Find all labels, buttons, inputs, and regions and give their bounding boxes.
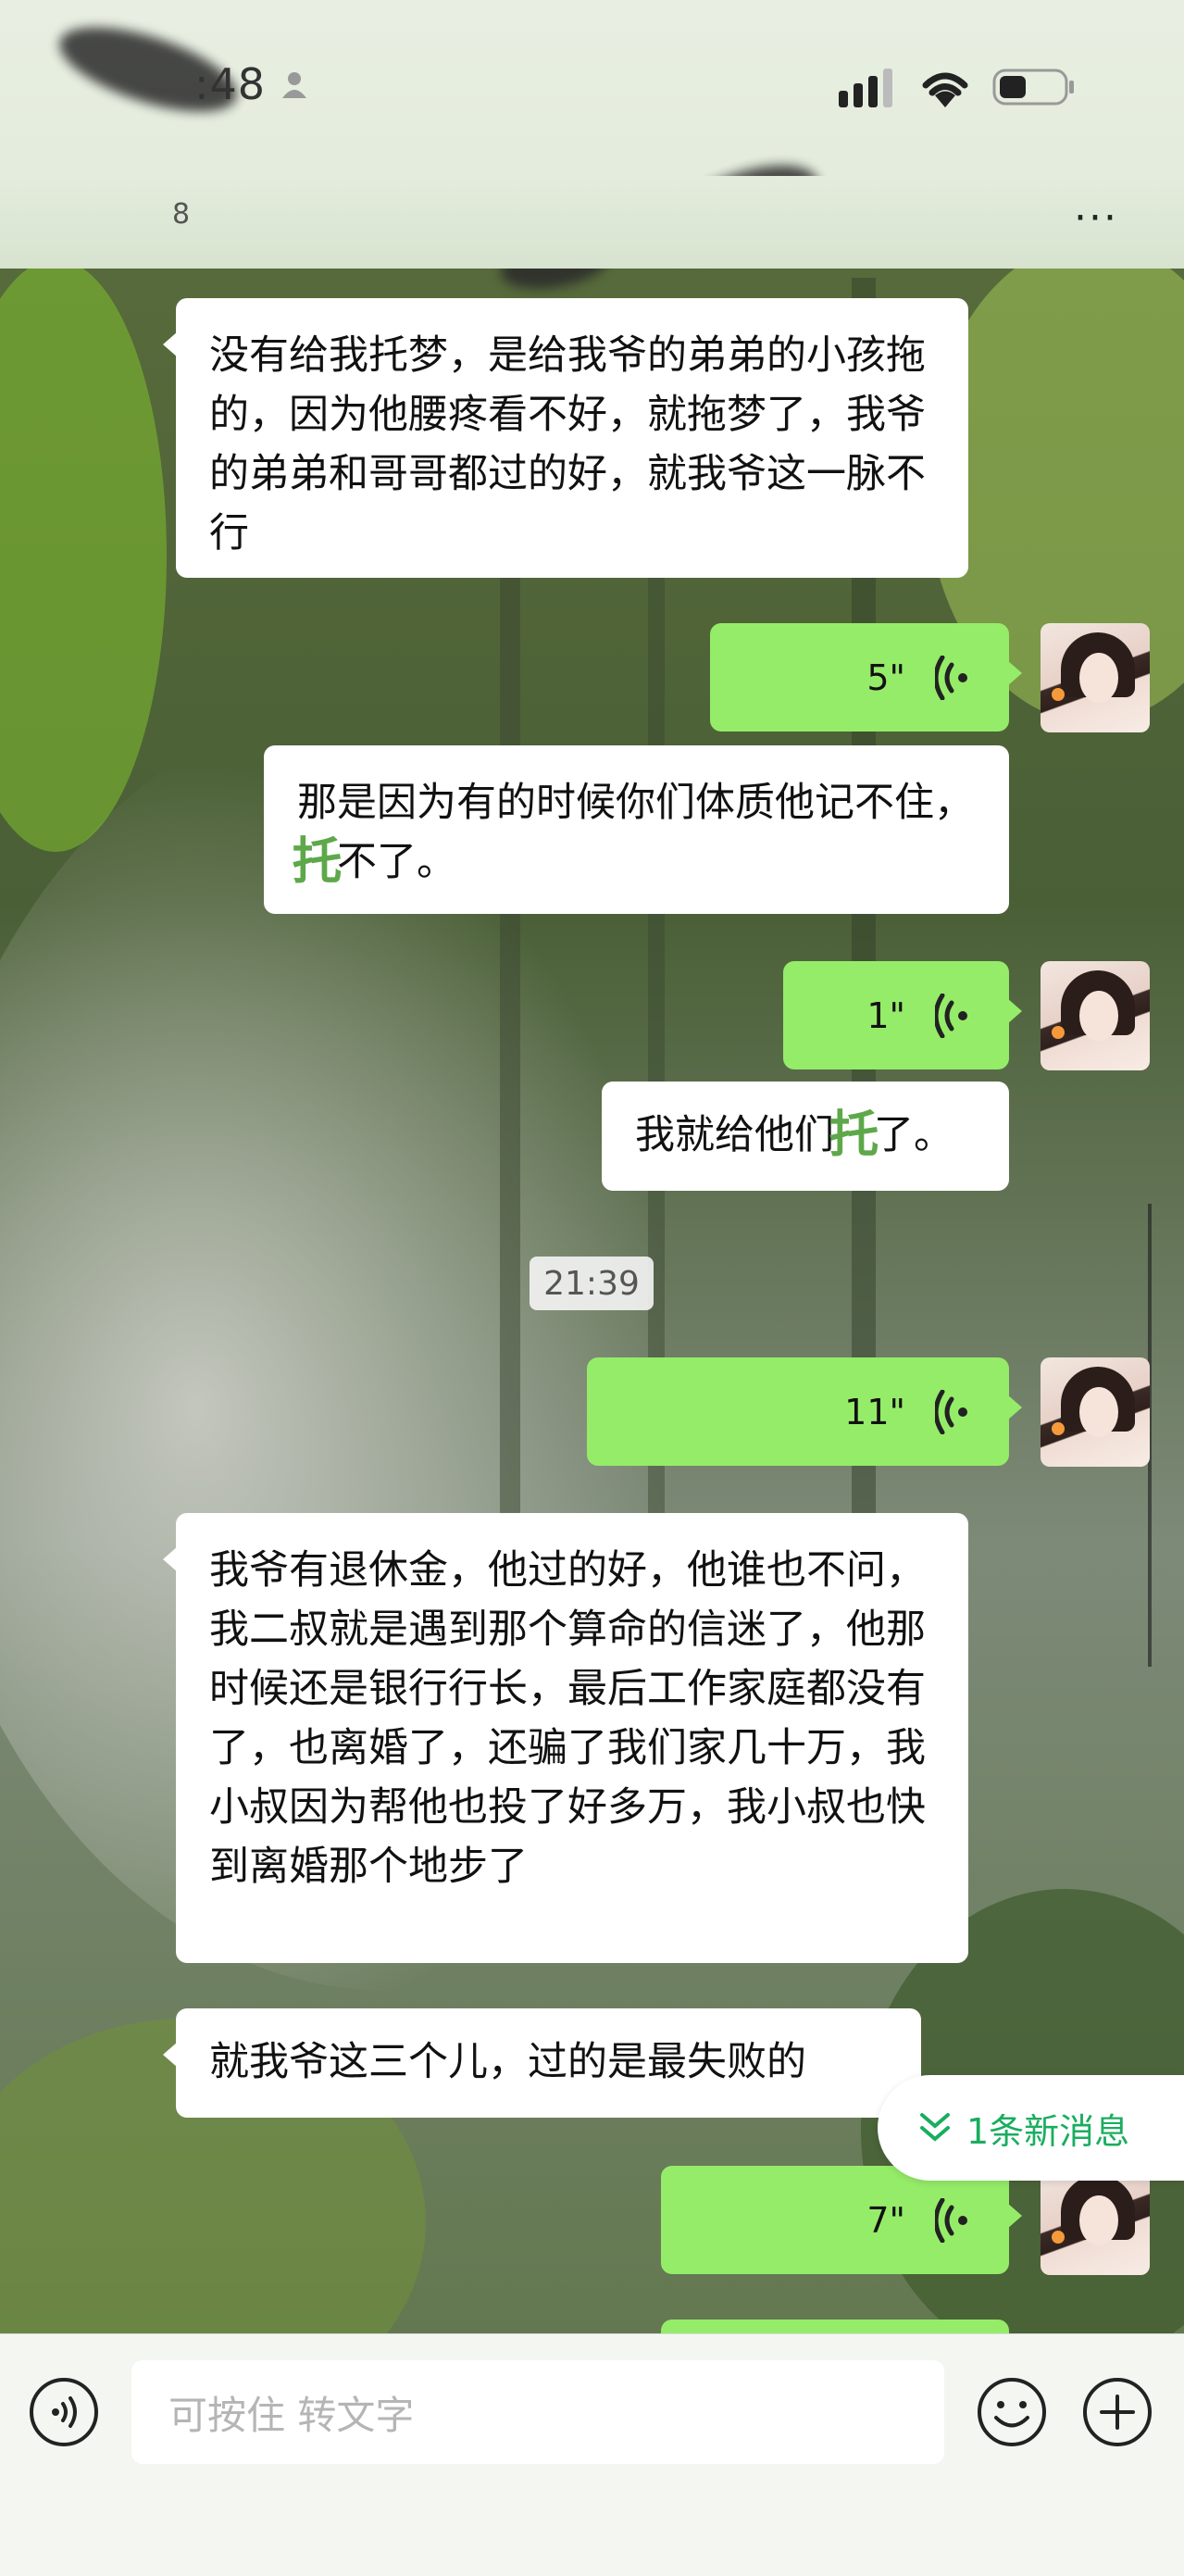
double-chevron-down-icon: [920, 2113, 950, 2142]
message-text: 我爷有退休金，他过的好，他谁也不问，我二叔就是遇到那个算命的信迷了，他那时候还是…: [209, 1547, 926, 1890]
voice-message-partial[interactable]: [661, 2320, 1009, 2333]
voice-message[interactable]: 1": [783, 961, 1022, 1069]
overlay-character: 托: [292, 832, 343, 892]
chat-timestamp: 21:39: [530, 1257, 654, 1310]
message-input[interactable]: 可按住 转文字: [131, 2360, 944, 2464]
more-icon[interactable]: ···: [1074, 194, 1118, 242]
overlay-character: 托: [829, 1106, 879, 1165]
avatar[interactable]: [1041, 2166, 1150, 2275]
wifi-icon: [922, 72, 968, 107]
signal-icon: [839, 69, 892, 107]
voice-message[interactable]: 7": [661, 2166, 1022, 2274]
voice-wave-icon: [935, 1389, 967, 1434]
status-time: :48: [194, 59, 267, 109]
voice-wave-icon: [935, 2197, 967, 2243]
message-incoming-text[interactable]: 没有给我托梦，是给我爷的弟弟的小孩拖的，因为他腰疼看不好，就拖梦了，我爷的弟弟和…: [163, 298, 968, 578]
avatar[interactable]: [1041, 961, 1150, 1070]
emoji-icon[interactable]: [976, 2376, 1048, 2448]
person-icon: [282, 72, 306, 98]
battery-icon: [992, 69, 1074, 106]
voice-duration: 11": [844, 1391, 905, 1432]
new-message-text: 1条新消息: [966, 2110, 1130, 2152]
input-placeholder: 可按住 转文字: [168, 2392, 415, 2438]
new-message-badge[interactable]: 1条新消息: [878, 2075, 1184, 2181]
status-bar: :48: [0, 0, 1184, 297]
voice-wave-icon: [935, 655, 967, 700]
voice-message[interactable]: 5": [710, 623, 1022, 732]
message-text: 不了。: [337, 839, 456, 885]
voice-message[interactable]: 11": [587, 1357, 1022, 1466]
voice-duration: 1": [866, 994, 905, 1036]
voice-duration: 7": [866, 2199, 905, 2241]
message-text: 那是因为有的时候你们体质他记不住，: [297, 780, 974, 826]
message-incoming-text[interactable]: 我爷有退休金，他过的好，他谁也不问，我二叔就是遇到那个算命的信迷了，他那时候还是…: [163, 1513, 968, 1963]
message-text-bubble[interactable]: 我就给他们托了。: [602, 1082, 1009, 1191]
plus-icon[interactable]: [1081, 2376, 1153, 2448]
timestamp-text: 21:39: [543, 1264, 640, 1303]
input-bar: 可按住 转文字: [0, 2333, 1184, 2576]
message-text: 了。: [874, 1112, 953, 1158]
avatar[interactable]: [1041, 623, 1150, 732]
avatar[interactable]: [1041, 1357, 1150, 1467]
voice-duration: 5": [866, 657, 905, 698]
message-text: 没有给我托梦，是给我爷的弟弟的小孩拖的，因为他腰疼看不好，就拖梦了，我爷的弟弟和…: [209, 332, 926, 556]
message-text-bubble[interactable]: 那是因为有的时候你们体质他记不住， 托不了。: [264, 745, 1009, 914]
message-text: 我就给他们: [635, 1112, 834, 1158]
message-incoming-text[interactable]: 就我爷这三个儿，过的是最失败的: [163, 2008, 921, 2118]
message-text: 就我爷这三个儿，过的是最失败的: [209, 2039, 806, 2085]
back-button[interactable]: 8: [172, 198, 190, 231]
voice-wave-icon: [935, 993, 967, 1038]
voice-input-icon[interactable]: [28, 2376, 100, 2448]
chat-header: 8 ···: [0, 176, 1184, 269]
